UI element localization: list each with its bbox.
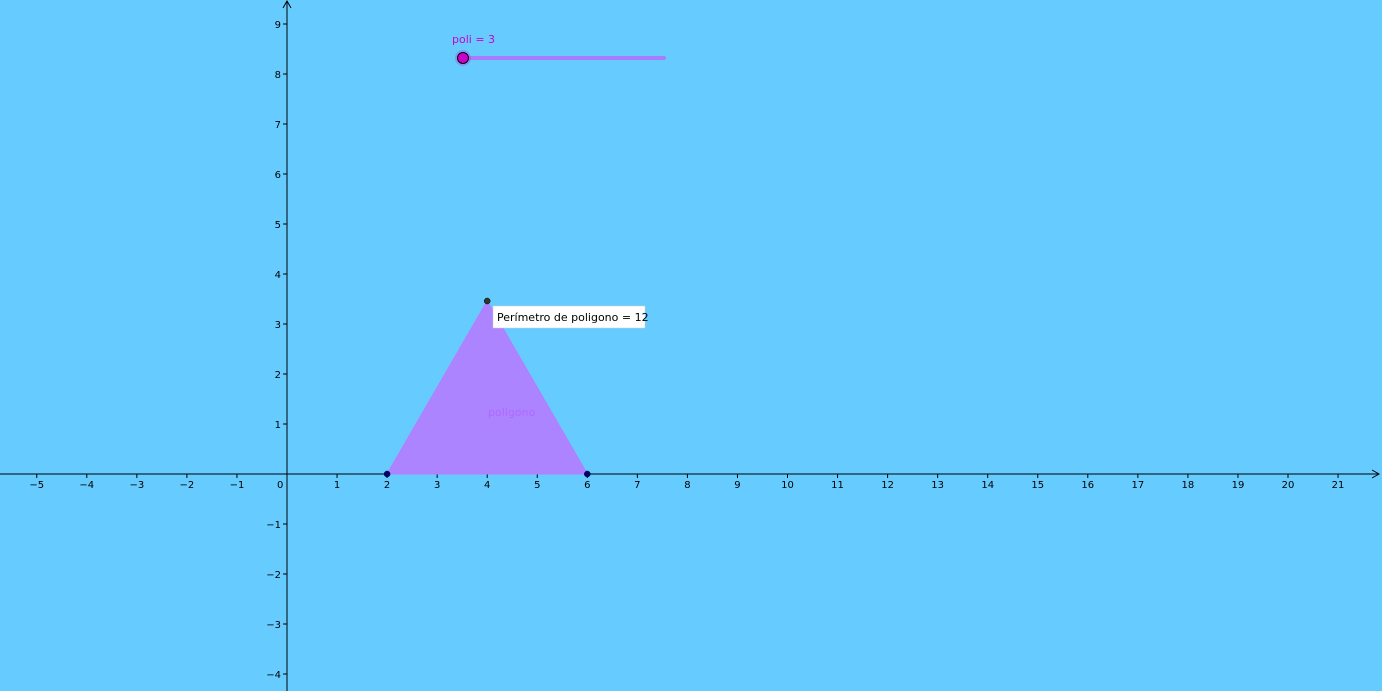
x-tick-label: 4 (484, 480, 490, 491)
y-tick-label: 3 (275, 320, 281, 331)
polygon-apex-point[interactable] (483, 297, 491, 305)
y-tick-label: 2 (275, 370, 281, 381)
x-tick-label: −1 (230, 480, 245, 491)
perimeter-caption[interactable]: Perímetro de poligono = 12 (492, 305, 649, 329)
y-tick-label: −1 (266, 520, 281, 531)
y-tick-label: −2 (266, 570, 281, 581)
x-tick-label: −2 (180, 480, 195, 491)
x-tick-label: −5 (29, 480, 44, 491)
slider-label: poli = 3 (452, 33, 495, 46)
caption-text: Perímetro de poligono = 12 (497, 311, 649, 324)
x-tick-label: 17 (1131, 480, 1144, 491)
background (0, 0, 1382, 691)
x-tick-label: 2 (384, 480, 390, 491)
polygon-label: poligono (488, 406, 536, 419)
x-tick-label: 15 (1031, 480, 1044, 491)
slider-knob[interactable] (457, 52, 469, 64)
x-tick-label: 16 (1081, 480, 1094, 491)
x-tick-label: 1 (334, 480, 340, 491)
y-tick-label: 4 (275, 270, 281, 281)
y-tick-label: 7 (275, 120, 281, 131)
x-tick-label: 21 (1332, 480, 1345, 491)
y-tick-label: 5 (275, 220, 281, 231)
y-tick-label: −3 (266, 620, 281, 631)
y-tick-label: 6 (275, 170, 281, 181)
x-tick-label: 13 (931, 480, 944, 491)
x-tick-label: 8 (684, 480, 690, 491)
x-tick-label: −4 (79, 480, 94, 491)
x-tick-label: 19 (1232, 480, 1245, 491)
x-tick-label: 18 (1182, 480, 1195, 491)
x-tick-label: 11 (831, 480, 844, 491)
x-tick-label: 10 (781, 480, 794, 491)
x-tick-label: −3 (129, 480, 144, 491)
x-tick-label: 0 (277, 480, 283, 491)
graphics-view[interactable]: −5 −4 −3 −2 −1 0 1 2 3 4 5 6 7 8 9 10 11 12 13 14 15 16 17 18 19… (0, 0, 1382, 691)
y-tick-label: 8 (275, 70, 281, 81)
x-tick-label: 3 (434, 480, 440, 491)
x-tick-label: 9 (734, 480, 740, 491)
y-tick-label: −4 (266, 670, 281, 681)
x-tick-label: 5 (534, 480, 540, 491)
y-tick-label: 1 (275, 420, 281, 431)
polygon-vertex-point[interactable] (383, 470, 391, 478)
x-tick-label: 14 (981, 480, 994, 491)
polygon-vertex-point[interactable] (584, 470, 591, 478)
x-tick-label: 20 (1282, 480, 1295, 491)
y-tick-label: 9 (275, 20, 281, 31)
x-tick-label: 12 (881, 480, 894, 491)
x-tick-label: 6 (584, 480, 590, 491)
x-tick-label: 7 (634, 480, 640, 491)
